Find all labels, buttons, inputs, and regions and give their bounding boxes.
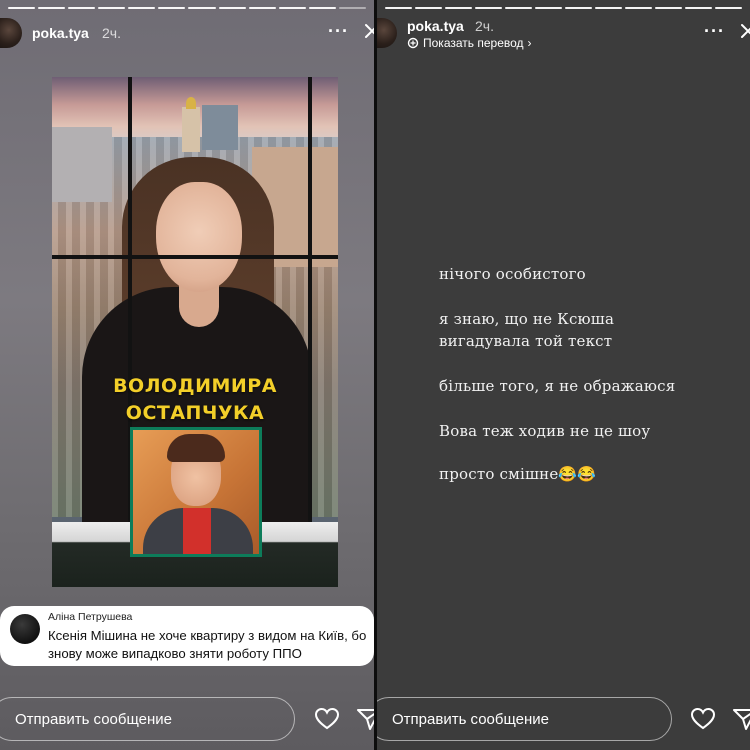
story-progress-bar [385,7,742,9]
story-video[interactable]: ВОЛОДИМИРА ОСТАПЧУКА [52,77,338,587]
building [52,127,112,202]
heart-icon[interactable] [690,707,716,731]
inset-person-shirt [183,508,211,554]
translate-label: Показать перевод [423,36,524,50]
translate-link[interactable]: Показать перевод › [407,36,532,50]
tall-building [202,105,238,150]
presenter-face [156,182,242,292]
more-dots-icon[interactable]: ··· [328,22,349,40]
story-text-line: більше того, я не ображаюся [439,377,676,395]
timestamp: 2ч. [475,18,494,34]
window-frame [308,77,312,522]
church-dome [186,97,196,109]
story-text-line: нічого особистого [439,265,586,283]
video-caption: ВОЛОДИМИРА ОСТАПЧУКА [52,373,338,427]
comment-text: Ксенія Мішина не хоче квартиру з видом н… [48,628,367,661]
reply-input[interactable]: Отправить сообщение [377,697,672,741]
caption-line: ВОЛОДИМИРА [113,375,277,397]
send-icon[interactable] [732,707,750,731]
story-panel-left: poka.tya 2ч. ··· ВОЛОДИМИРА ОСТАПЧУКА Ал… [0,0,374,750]
inset-photo [130,427,262,557]
story-text-line: вигадувала той текст [439,332,613,350]
reply-placeholder: Отправить сообщение [15,711,173,728]
heart-icon[interactable] [314,707,340,731]
reply-input[interactable]: Отправить сообщение [0,697,295,741]
story-progress-bar [8,7,366,9]
chevron-right-icon: › [527,36,532,50]
translate-icon [407,37,419,49]
avatar[interactable] [0,18,22,48]
story-text-line: Вова теж ходив не це шоу [439,422,651,440]
comment-author: Аліна Петрушева [48,611,133,623]
username[interactable]: poka.tya [32,25,89,41]
story-text-line: я знаю, що не Ксюша [439,310,615,328]
avatar[interactable] [377,18,397,48]
close-icon[interactable] [363,22,374,40]
story-header: poka.tya 2ч. Показать перевод › ··· [377,18,750,54]
close-icon[interactable] [739,22,750,40]
comment-avatar [10,614,40,644]
story-text-line: просто смішне😂😂 [439,465,597,483]
window-frame [52,255,338,259]
church-tower [182,107,200,152]
caption-line: ОСТАПЧУКА [125,402,265,424]
timestamp: 2ч. [102,25,121,41]
inset-person-hair [167,434,225,462]
reply-placeholder: Отправить сообщение [392,711,550,728]
username[interactable]: poka.tya [407,18,464,34]
story-panel-right: poka.tya 2ч. Показать перевод › ··· нічо… [377,0,750,750]
comment-sticker[interactable]: Аліна Петрушева Ксенія Мішина не хоче кв… [0,606,374,666]
more-dots-icon[interactable]: ··· [704,22,725,40]
send-icon[interactable] [356,707,374,731]
story-header: poka.tya 2ч. ··· [0,18,374,54]
